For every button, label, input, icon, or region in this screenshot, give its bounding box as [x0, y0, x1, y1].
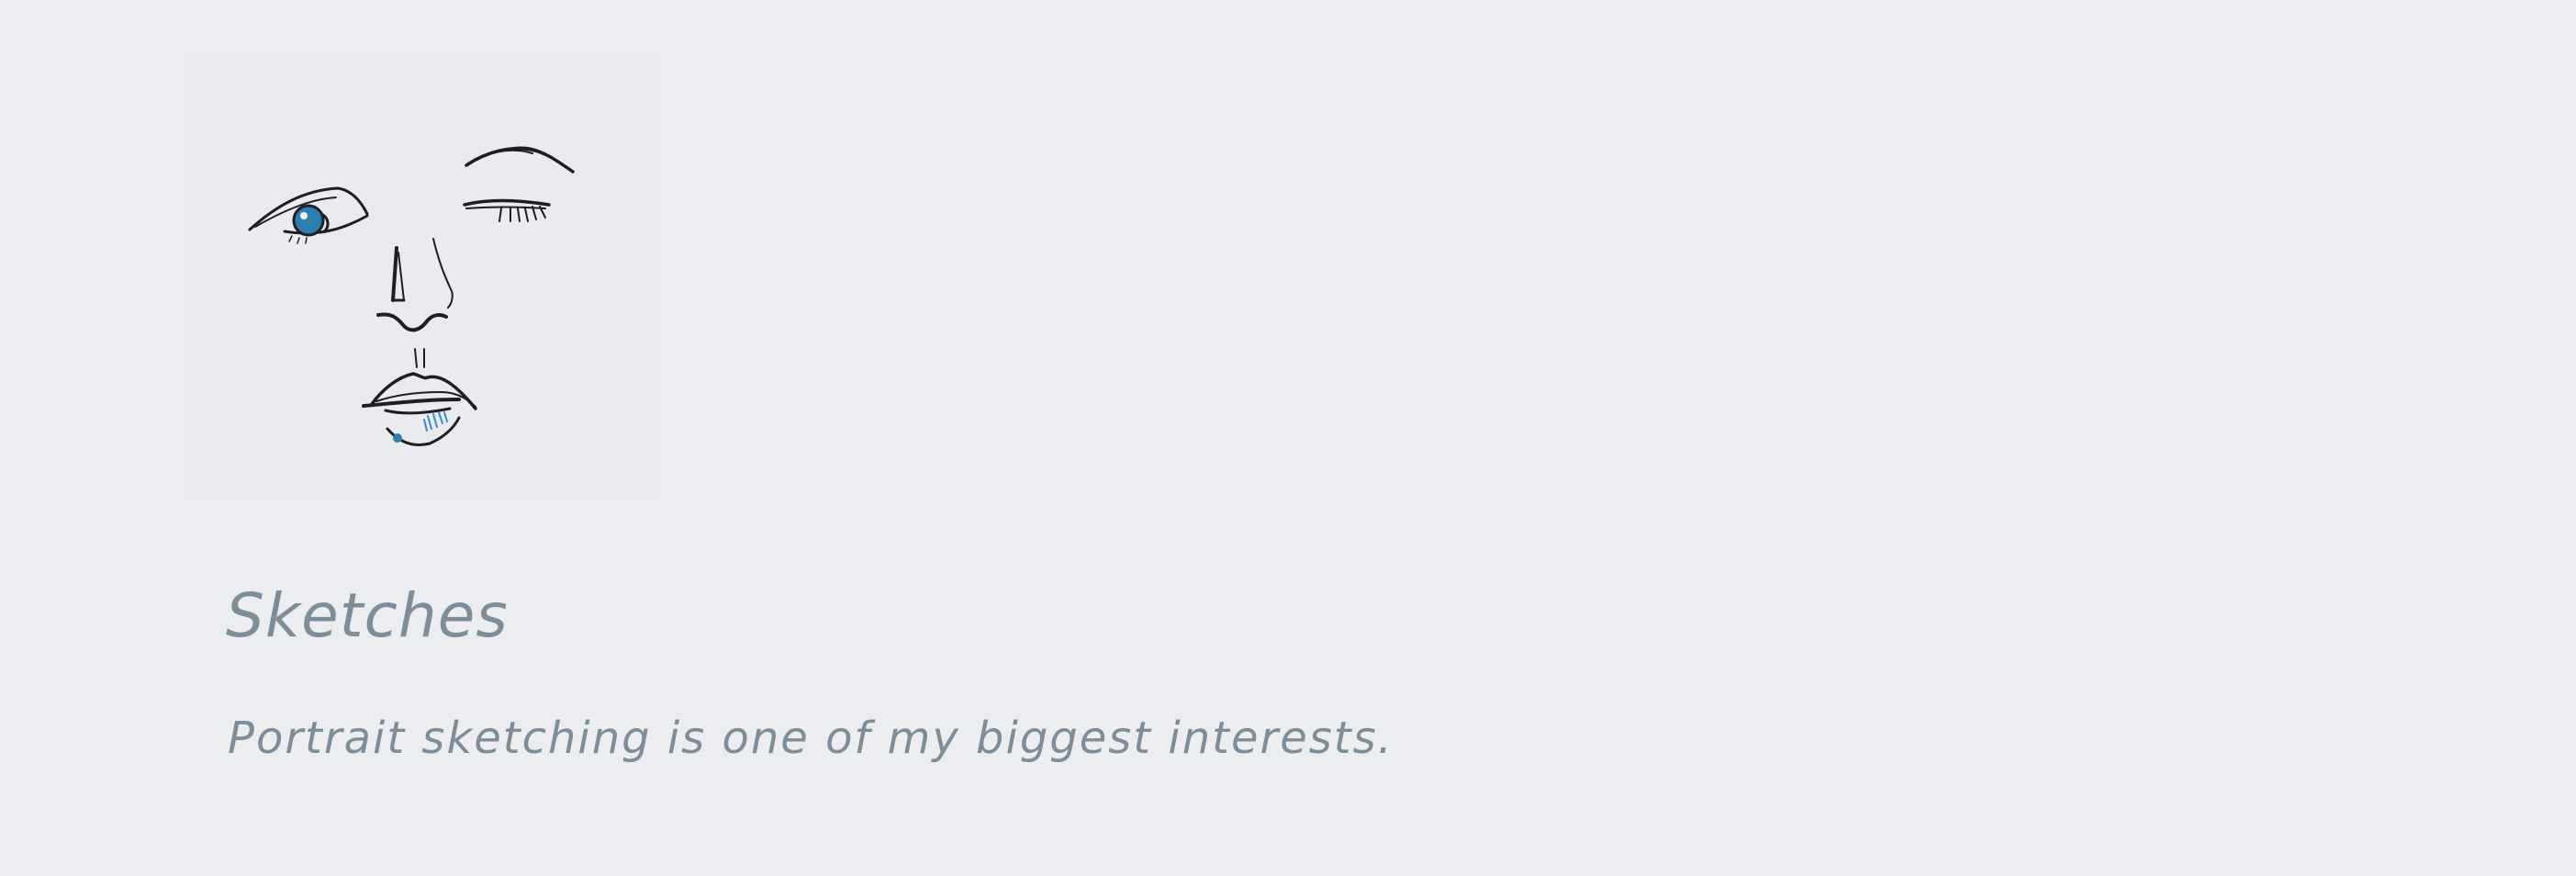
project-title[interactable]: Sketches — [226, 586, 509, 646]
project-description: Portrait sketching is one of my biggest … — [228, 713, 1394, 764]
project-thumbnail[interactable] — [184, 51, 659, 500]
portrait-sketch-icon — [248, 146, 575, 446]
project-card[interactable]: Sketches Portrait sketching is one of my… — [0, 0, 2576, 876]
